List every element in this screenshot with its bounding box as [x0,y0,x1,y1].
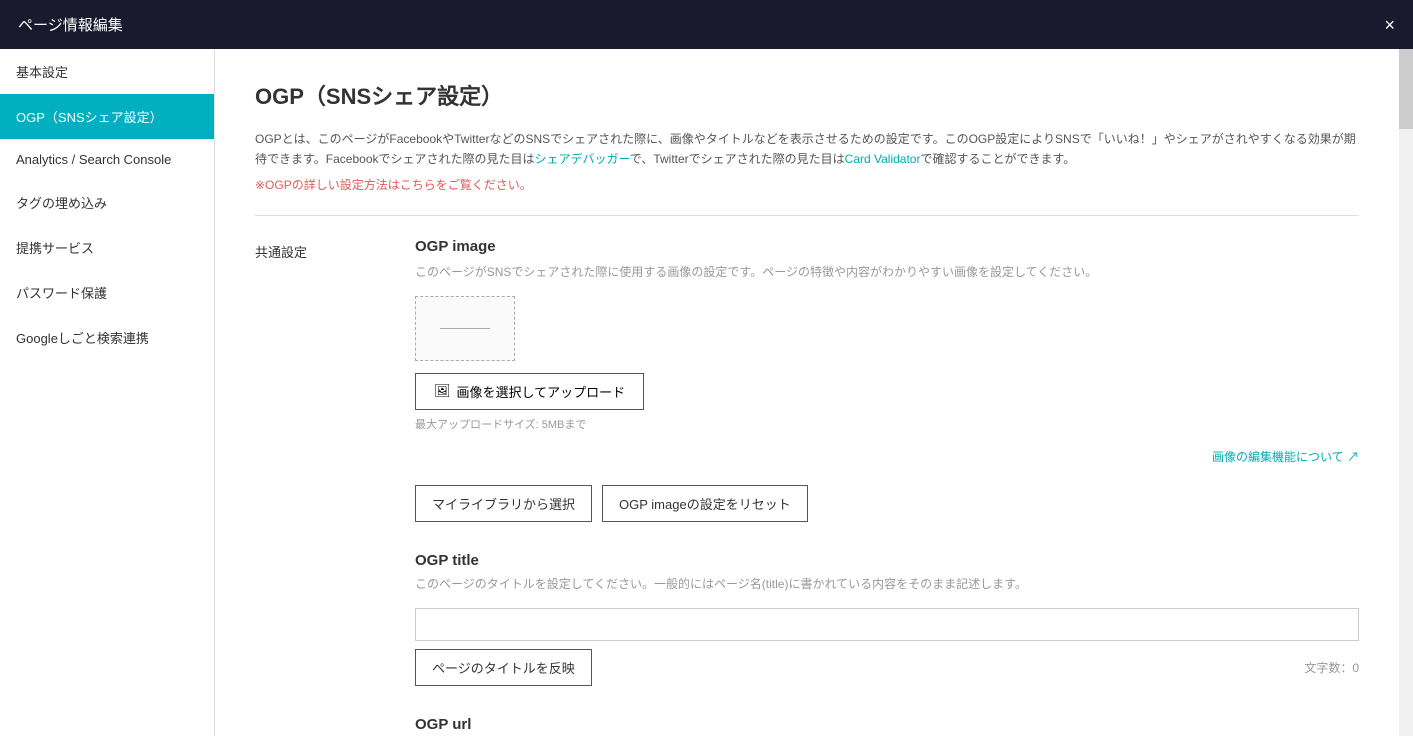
image-button-row: マイライブラリから選択 OGP imageの設定をリセット [415,485,1359,522]
library-button[interactable]: マイライブラリから選択 [415,485,592,522]
page-title: OGP（SNSシェア設定） [255,79,1359,111]
sidebar-item-google[interactable]: Googleしごと検索連携 [0,315,214,360]
modal-body: 基本設定 OGP（SNSシェア設定） Analytics / Search Co… [0,49,1413,736]
modal-title: ページ情報編集 [18,14,123,35]
scrollbar-thumb[interactable] [1399,49,1413,129]
sidebar-item-analytics[interactable]: Analytics / Search Console [0,139,214,180]
ogp-url-section: OGP url このページのURLを設定してください。 [415,716,1359,736]
section-label: 共通設定 [255,238,415,736]
edit-func-link[interactable]: 画像の編集機能について ↗ [1212,450,1359,464]
upload-button-label: 画像を選択してアップロード [457,382,626,401]
section-content: OGP image このページがSNSでシェアされた際に使用する画像の設定です。… [415,238,1359,736]
sidebar-item-kihon[interactable]: 基本設定 [0,49,214,94]
ogp-title-input-row: ページのタイトルを反映 文字数：0 [415,649,1359,686]
sidebar-item-password[interactable]: パスワード保護 [0,270,214,315]
reflect-title-button[interactable]: ページのタイトルを反映 [415,649,592,686]
dashed-line [440,328,490,329]
ogp-title-section: OGP title このページのタイトルを設定してください。一般的にはページ名(… [415,552,1359,686]
description-text: OGPとは、このページがFacebookやTwitterなどのSNSでシェアされ… [255,129,1359,170]
ogp-title-desc: このページのタイトルを設定してください。一般的にはページ名(title)に書かれ… [415,575,1359,592]
main-content: OGP（SNSシェア設定） OGPとは、このページがFacebookやTwitt… [215,49,1399,736]
ogp-note: ※OGPの詳しい設定方法はこちらをご覧ください。 [255,176,1359,193]
ogp-image-desc: このページがSNSでシェアされた際に使用する画像の設定です。ページの特徴や内容が… [415,263,1359,280]
ogp-title-label: OGP title [415,552,1359,569]
scrollbar-track[interactable] [1399,49,1413,736]
ogp-image-title: OGP image [415,238,1359,255]
section-divider [255,215,1359,216]
image-preview-area [415,296,515,361]
modal: ページ情報編集 × 基本設定 OGP（SNSシェア設定） Analytics /… [0,0,1413,736]
upload-icon: 🖼 [434,383,451,399]
modal-header: ページ情報編集 × [0,0,1413,49]
sidebar: 基本設定 OGP（SNSシェア設定） Analytics / Search Co… [0,49,215,736]
close-button[interactable]: × [1384,16,1395,34]
sidebar-item-ogp[interactable]: OGP（SNSシェア設定） [0,94,214,139]
upload-size-note: 最大アップロードサイズ: 5MBまで [415,416,1359,432]
sidebar-item-renkei[interactable]: 提携サービス [0,225,214,270]
card-validator-link[interactable]: Card Validator [845,152,921,166]
ogp-detail-link[interactable]: こちらをご覧ください。 [400,178,532,192]
edit-func-link-container: 画像の編集機能について ↗ [415,448,1359,465]
modal-overlay: ページ情報編集 × 基本設定 OGP（SNSシェア設定） Analytics /… [0,0,1413,736]
share-debugger-link[interactable]: シェアデバッガー [535,152,630,166]
reset-button[interactable]: OGP imageの設定をリセット [602,485,808,522]
sidebar-item-tag[interactable]: タグの埋め込み [0,180,214,225]
section-layout: 共通設定 OGP image このページがSNSでシェアされた際に使用する画像の… [255,238,1359,736]
external-link-icon: ↗ [1347,450,1359,464]
ogp-url-label: OGP url [415,716,1359,733]
char-count: 文字数：0 [1304,659,1359,676]
upload-button[interactable]: 🖼 画像を選択してアップロード [415,373,644,410]
ogp-title-input[interactable] [415,608,1359,641]
